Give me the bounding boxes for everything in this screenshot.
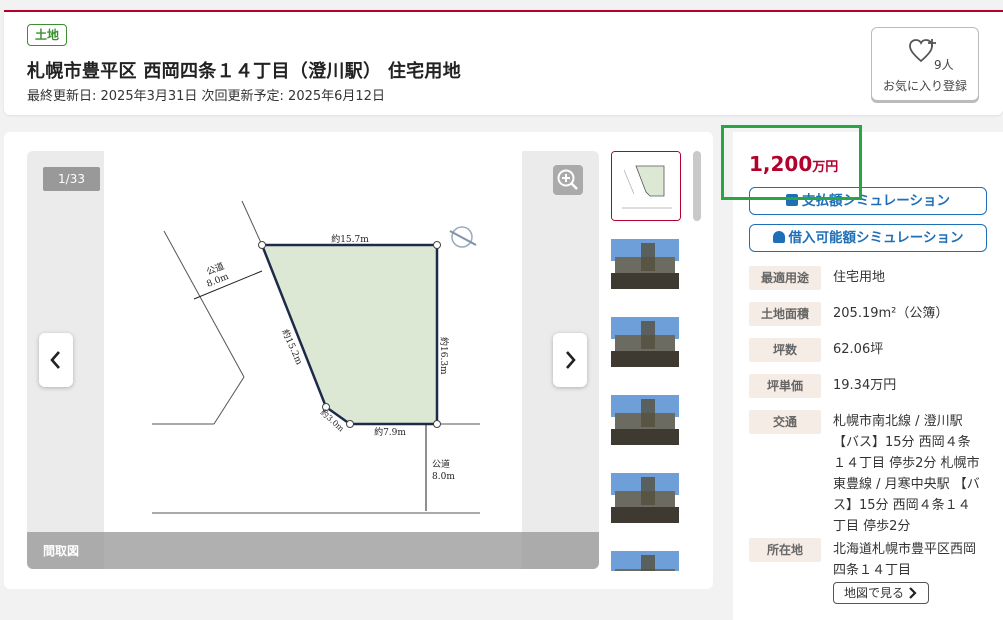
price-highlight-box [721,125,862,200]
floor-plan-image: 約15.7m 約16.3m 約15.2m 約3.0m 約7.9m 公道 8.0m… [152,200,480,514]
favorite-count: 9人 [934,58,954,72]
site-photo [611,239,679,289]
favorite-label: お気に入り登録 [882,79,967,93]
compass-icon [449,226,477,248]
value-tsubo: 62.06坪 [833,342,884,357]
thumbnail-scrollbar[interactable] [693,151,701,221]
plot-corner-marker [258,241,266,249]
thumbnail-photo[interactable] [611,463,681,533]
label-address: 所在地 [749,538,821,562]
person-icon [772,231,785,243]
zoom-button[interactable] [553,165,583,195]
magnifier-plus-icon [557,169,578,190]
site-photo [611,395,679,445]
thumbnail-photo[interactable] [611,385,681,455]
property-type-tag: 土地 [27,24,68,46]
view-map-label: 地図で見る [844,586,905,600]
thumbnail-floor-plan[interactable] [611,151,681,221]
site-photo [611,551,679,571]
borrowing-simulation-label: 借入可能額シミュレーション [788,230,964,246]
site-photo [611,473,679,523]
road-width-bottom: 8.0m [432,472,455,482]
plot-corner-marker [433,420,441,428]
chevron-right-icon [909,587,917,599]
value-address: 北海道札幌市豊平区西岡四条１４丁目 [833,542,977,578]
thumbnail-strip[interactable] [611,151,683,571]
site-photo [611,317,679,367]
heart-plus-icon [909,39,936,63]
update-dates: 最終更新日: 2025年3月31日 次回更新予定: 2025年6月12日 [27,89,385,104]
image-counter: 1/33 [43,167,100,191]
borrowing-simulation-button[interactable]: 借入可能額シミュレーション [749,224,987,252]
label-access: 交通 [749,410,821,434]
image-caption: 間取図 [43,544,80,558]
road-label-bottom: 公道 [432,458,450,470]
floor-plan-thumbnail-icon [612,152,680,220]
value-access: 札幌市南北線 / 澄川駅 【バス】15分 西岡４条１４丁目 停歩2分 札幌市東豊… [833,414,980,534]
label-land-area: 土地面積 [749,302,821,326]
image-gallery: 約15.7m 約16.3m 約15.2m 約3.0m 約7.9m 公道 8.0m… [4,132,713,589]
road-edge-line [213,376,245,425]
listing-header: 土地 札幌市豊平区 西岡四条１４丁目（澄川駅） 住宅用地 最終更新日: 2025… [4,10,1003,115]
image-caption-bar: 間取図 [27,532,599,569]
plot-corner-marker [433,241,441,249]
label-unit-price: 坪単価 [749,374,821,398]
road-edge-line [241,200,263,246]
value-land-area: 205.19m²（公簿） [833,306,949,321]
dim-label-bottom: 約7.9m [374,426,406,438]
value-best-use: 住宅用地 [833,270,886,285]
chevron-left-icon [50,351,60,369]
previous-image-button[interactable] [39,333,73,387]
main-image-viewer[interactable]: 約15.7m 約16.3m 約15.2m 約3.0m 約7.9m 公道 8.0m… [27,151,599,569]
thumbnail-photo[interactable] [611,541,681,571]
page-title: 札幌市豊平区 西岡四条１４丁目（澄川駅） 住宅用地 [27,61,462,82]
dim-label-top: 約15.7m [331,233,369,245]
road-width-arrow [193,270,263,300]
view-map-button[interactable]: 地図で見る [833,582,929,604]
thumbnail-photo[interactable] [611,229,681,299]
favorite-button[interactable]: 9人 お気に入り登録 [871,27,979,101]
thumbnail-photo[interactable] [611,307,681,377]
value-unit-price: 19.34万円 [833,378,897,393]
next-image-button[interactable] [553,333,587,387]
property-summary: 1,200万円 支払額シミュレーション 借入可能額シミュレーション 最適用途 住… [733,132,1003,620]
label-tsubo: 坪数 [749,338,821,362]
chevron-right-icon [566,351,576,369]
plot-corner-marker [346,420,354,428]
label-best-use: 最適用途 [749,266,821,290]
road-edge-line [163,230,245,378]
dim-label-right: 約16.3m [438,337,450,375]
